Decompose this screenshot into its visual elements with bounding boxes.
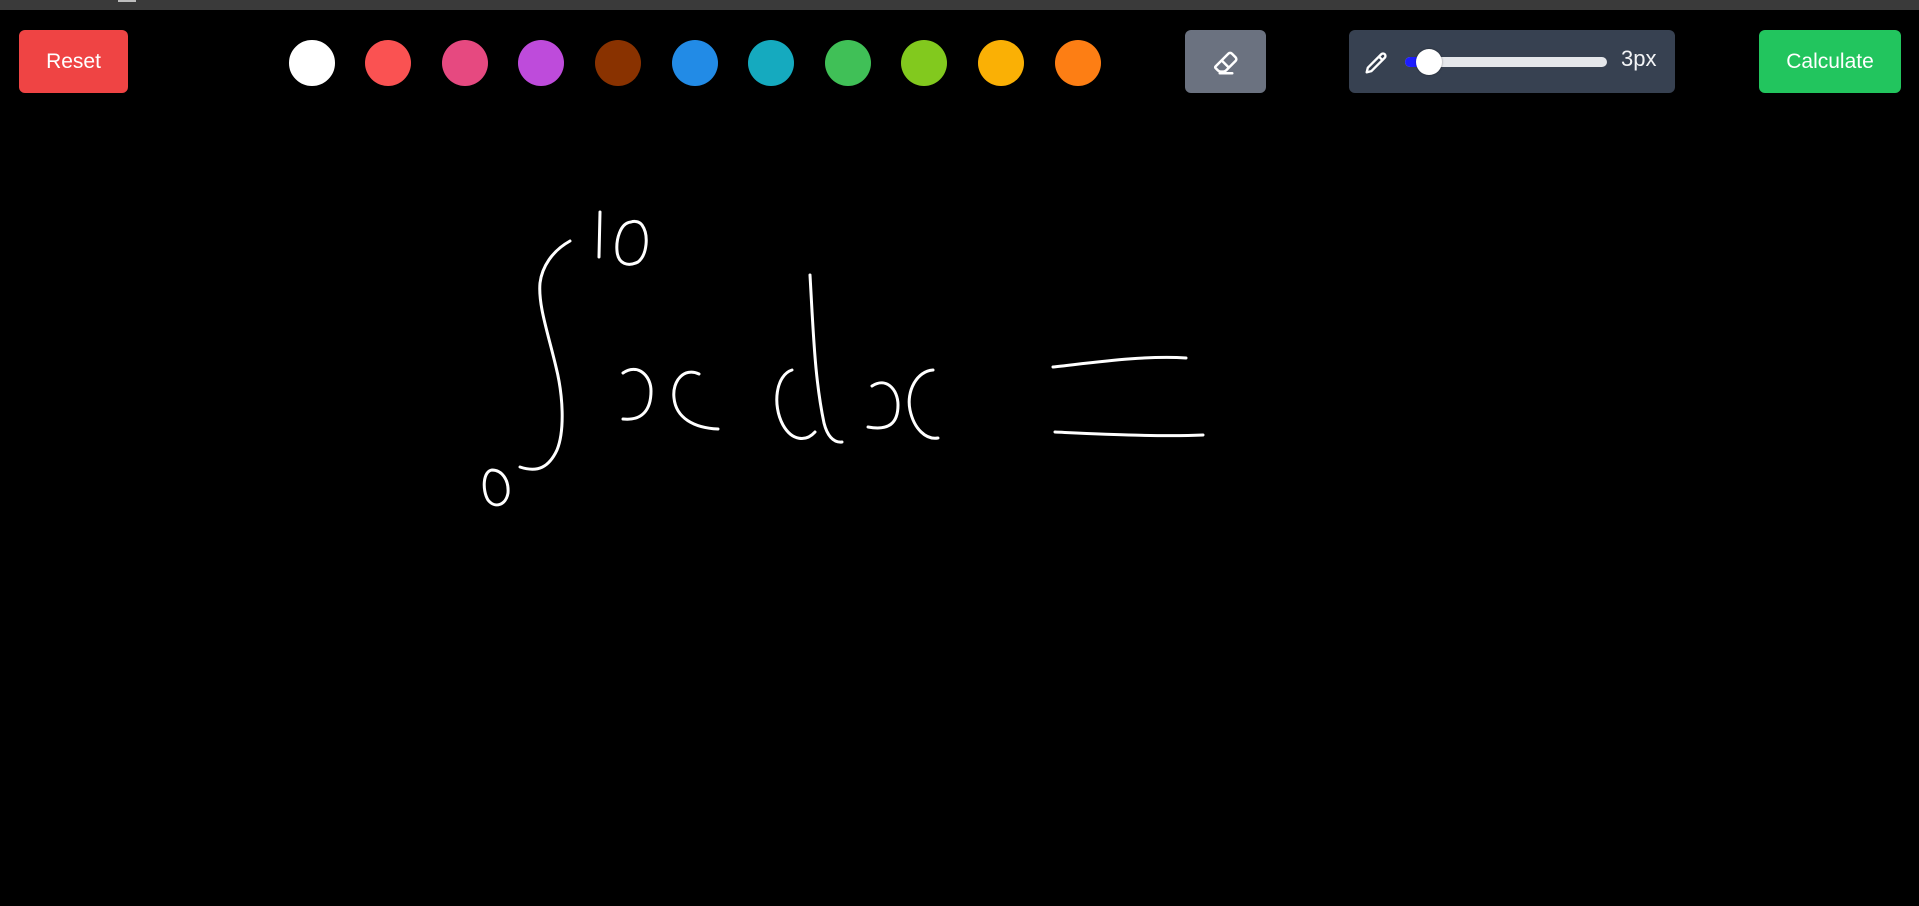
drawing-app: Reset 3px Calculate (0, 0, 1919, 906)
eraser-icon (1213, 51, 1238, 74)
color-swatch-pink[interactable] (442, 40, 488, 86)
calculate-button[interactable]: Calculate (1759, 30, 1901, 93)
ink-d-bowl (775, 368, 817, 440)
ink-upper-limit-zero (615, 219, 648, 266)
color-swatch-blue[interactable] (672, 40, 718, 86)
color-swatch-yellow[interactable] (978, 40, 1024, 86)
ink-variable-x-left (621, 367, 653, 421)
handwritten-expression (482, 210, 1205, 507)
color-swatch-white[interactable] (289, 40, 335, 86)
brush-size-slider[interactable] (1405, 49, 1607, 75)
drawing-canvas[interactable] (0, 105, 1919, 906)
brush-size-slider-thumb[interactable] (1416, 49, 1442, 75)
color-swatch-red[interactable] (365, 40, 411, 86)
color-swatch-grape[interactable] (518, 40, 564, 86)
brush-size-panel: 3px (1349, 30, 1675, 93)
ink-dx-left (866, 381, 900, 430)
color-swatch-orange[interactable] (1055, 40, 1101, 86)
pencil-icon (1361, 48, 1391, 78)
ink-variable-x-right (672, 370, 720, 431)
brush-size-label: 3px (1621, 46, 1657, 71)
eraser-button[interactable] (1185, 30, 1266, 93)
color-swatch-green[interactable] (825, 40, 871, 86)
color-swatch-lime[interactable] (901, 40, 947, 86)
ink-upper-limit-one (597, 210, 602, 259)
tab-indicator (118, 0, 136, 2)
browser-top-strip (0, 0, 1919, 10)
ink-dx-right (907, 368, 940, 440)
color-swatch-cyan[interactable] (748, 40, 794, 86)
ink-equals-bottom (1053, 430, 1205, 438)
ink-d-stem (808, 273, 844, 444)
ink-integral-sign (518, 239, 572, 471)
ink-lower-limit-zero (482, 468, 510, 507)
color-swatch-black[interactable] (212, 40, 258, 86)
color-swatch-brown[interactable] (595, 40, 641, 86)
toolbar: Reset 3px Calculate (0, 10, 1919, 105)
ink-equals-top (1051, 355, 1188, 369)
